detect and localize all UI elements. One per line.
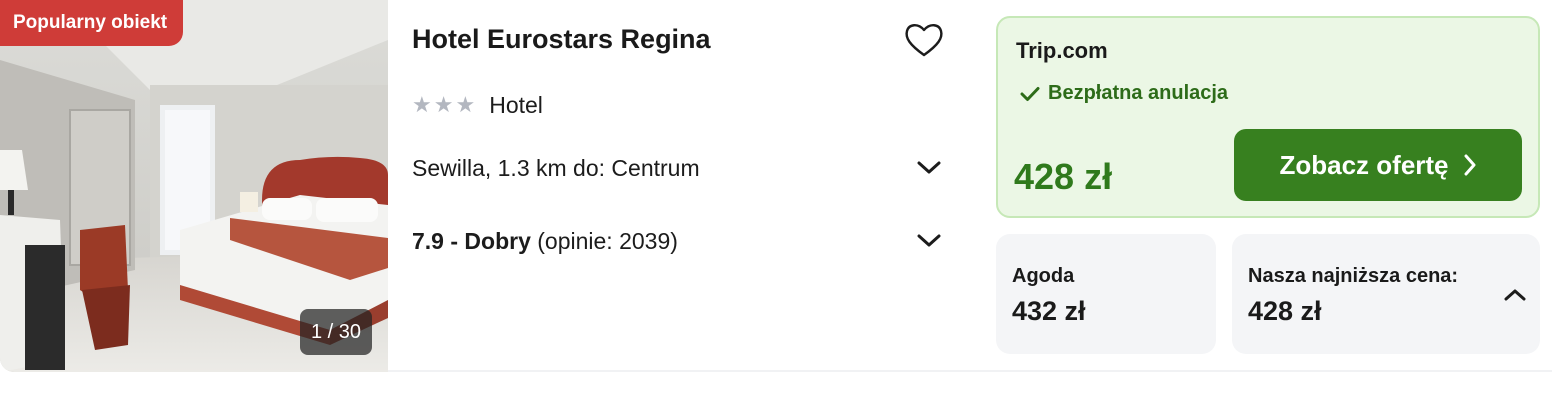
chevron-right-icon: [1464, 154, 1476, 176]
main-offer: Trip.com Bezpłatna anulacja 428 zł Zobac…: [996, 16, 1540, 218]
agoda-price-box[interactable]: Agoda 432 zł: [996, 234, 1216, 354]
star-icon: ★: [433, 92, 454, 117]
price-provider-label: Agoda: [1012, 265, 1075, 287]
location-row[interactable]: Sewilla, 1.3 km do: Centrum: [412, 151, 942, 185]
lowest-price-value: 428 zł: [1248, 296, 1322, 326]
free-cancellation: Bezpłatna anulacja: [1020, 82, 1228, 105]
card-divider: [388, 370, 1552, 372]
lowest-price-label: Nasza najniższa cena:: [1248, 265, 1459, 287]
offer-provider: Trip.com: [1016, 38, 1108, 63]
rating-reviews: (opinie: 2039): [537, 227, 678, 254]
hotel-result-card: Popularny obiekt 1 / 30 Hotel Eurostars …: [0, 0, 1552, 372]
hotel-photo[interactable]: Popularny obiekt 1 / 30: [0, 0, 388, 372]
hotel-name[interactable]: Hotel Eurostars Regina: [412, 24, 711, 55]
hotel-type: Hotel: [489, 91, 543, 118]
location-text: Sewilla, 1.3 km do: Centrum: [412, 154, 700, 181]
chevron-down-icon[interactable]: [916, 155, 942, 181]
hotel-info: Hotel Eurostars Regina ★ ★ ★ Hotel Sewil…: [412, 0, 952, 372]
rating-text: 7.9 - Dobry (opinie: 2039): [412, 228, 678, 255]
star-icon: ★: [455, 92, 476, 117]
popular-badge: Popularny obiekt: [0, 0, 184, 46]
price-value: 432 zł: [1012, 296, 1086, 326]
star-rating: ★ ★ ★: [412, 94, 475, 116]
stars-row: ★ ★ ★ Hotel: [412, 88, 543, 122]
star-icon: ★: [412, 92, 432, 117]
chevron-down-icon[interactable]: [916, 228, 942, 254]
rating-score: 7.9 - Dobry: [412, 227, 531, 254]
chevron-up-icon[interactable]: [1502, 282, 1528, 308]
heart-outline-icon: [905, 24, 943, 57]
view-offer-label: Zobacz ofertę: [1279, 149, 1449, 180]
favorite-button[interactable]: [902, 18, 946, 62]
view-offer-button[interactable]: Zobacz ofertę: [1234, 129, 1522, 201]
cancellation-text: Bezpłatna anulacja: [1048, 82, 1229, 104]
check-icon: [1020, 86, 1040, 101]
lowest-price-box[interactable]: Nasza najniższa cena: 428 zł: [1232, 234, 1540, 354]
offer-price: 428 zł: [1014, 156, 1113, 197]
photo-counter: 1 / 30: [300, 309, 372, 355]
rating-row[interactable]: 7.9 - Dobry (opinie: 2039): [412, 224, 942, 258]
